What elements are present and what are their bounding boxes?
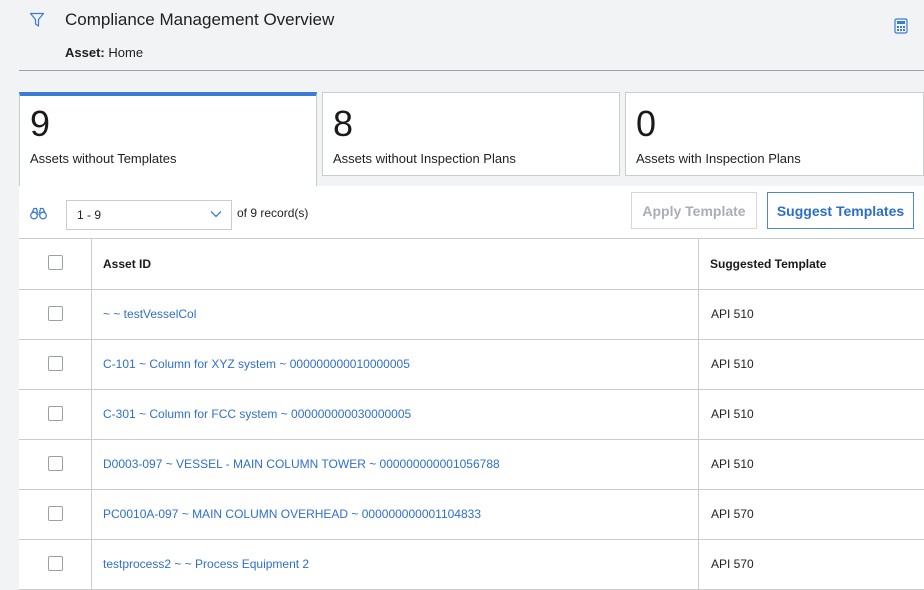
assets-panel: 1 - 9 of 9 record(s) Apply Template Sugg…: [19, 186, 924, 590]
suggested-template: API 570: [711, 507, 754, 521]
row-checkbox[interactable]: [48, 306, 63, 321]
select-all-cell: [19, 239, 92, 289]
asset-id-link[interactable]: C-301 ~ Column for FCC system ~ 00000000…: [103, 407, 411, 421]
asset-id-cell: testprocess2 ~ ~ Process Equipment 2: [92, 540, 699, 589]
record-count: of 9 record(s): [237, 206, 309, 220]
table-row: PC0010A-097 ~ MAIN COLUMN OVERHEAD ~ 000…: [19, 490, 924, 540]
template-cell: API 510: [699, 340, 924, 389]
suggested-template: API 510: [711, 407, 754, 421]
assets-table: Asset ID Suggested Template ~ ~ testVess…: [19, 238, 924, 590]
table-header-row: Asset ID Suggested Template: [19, 239, 924, 290]
asset-id-link[interactable]: ~ ~ testVesselCol: [103, 307, 196, 321]
select-all-checkbox[interactable]: [48, 255, 63, 270]
calculator-icon[interactable]: [894, 18, 908, 34]
tile-assets-with-inspection-plans[interactable]: 0 Assets with Inspection Plans: [625, 92, 924, 176]
asset-label: Asset:: [65, 45, 105, 60]
tile-assets-without-templates[interactable]: 9 Assets without Templates: [19, 92, 317, 187]
template-cell: API 570: [699, 540, 924, 589]
tile-label: Assets without Inspection Plans: [333, 151, 516, 166]
asset-id-cell: D0003-097 ~ VESSEL - MAIN COLUMN TOWER ~…: [92, 440, 699, 489]
filter-icon[interactable]: [29, 12, 45, 28]
asset-id-cell: C-301 ~ Column for FCC system ~ 00000000…: [92, 390, 699, 439]
column-header-label: Asset ID: [103, 257, 152, 271]
header-divider: [19, 70, 924, 71]
asset-context: Asset: Home: [65, 45, 143, 60]
row-checkbox-cell: [19, 490, 92, 539]
tile-count: 9: [30, 103, 51, 144]
asset-id-cell: ~ ~ testVesselCol: [92, 290, 699, 339]
suggested-template: API 570: [711, 557, 754, 571]
table-row: D0003-097 ~ VESSEL - MAIN COLUMN TOWER ~…: [19, 440, 924, 490]
asset-id-link[interactable]: PC0010A-097 ~ MAIN COLUMN OVERHEAD ~ 000…: [103, 507, 481, 521]
row-checkbox-cell: [19, 290, 92, 339]
page-range-value: 1 - 9: [77, 208, 102, 222]
row-checkbox-cell: [19, 440, 92, 489]
apply-template-button[interactable]: Apply Template: [631, 192, 757, 229]
tile-count: 8: [333, 103, 354, 144]
chevron-down-icon: [210, 211, 222, 218]
asset-value: Home: [108, 45, 144, 60]
row-checkbox[interactable]: [48, 356, 63, 371]
tile-assets-without-inspection-plans[interactable]: 8 Assets without Inspection Plans: [322, 92, 620, 176]
template-cell: API 570: [699, 490, 924, 539]
tile-label: Assets with Inspection Plans: [636, 151, 801, 166]
suggested-template: API 510: [711, 457, 754, 471]
row-checkbox[interactable]: [48, 506, 63, 521]
page-header: Compliance Management Overview Asset: Ho…: [0, 0, 924, 71]
page-title: Compliance Management Overview: [65, 10, 335, 29]
template-cell: API 510: [699, 390, 924, 439]
asset-id-link[interactable]: D0003-097 ~ VESSEL - MAIN COLUMN TOWER ~…: [103, 457, 500, 471]
template-cell: API 510: [699, 290, 924, 339]
suggested-template: API 510: [711, 357, 754, 371]
page-range-select[interactable]: 1 - 9: [66, 200, 232, 230]
suggest-templates-button[interactable]: Suggest Templates: [767, 192, 914, 229]
row-checkbox[interactable]: [48, 406, 63, 421]
tile-label: Assets without Templates: [30, 151, 177, 166]
asset-id-link[interactable]: testprocess2 ~ ~ Process Equipment 2: [103, 557, 309, 571]
table-row: testprocess2 ~ ~ Process Equipment 2 API…: [19, 540, 924, 590]
binoculars-icon[interactable]: [30, 207, 47, 220]
suggested-template: API 510: [711, 307, 754, 321]
column-header-suggested-template[interactable]: Suggested Template: [699, 239, 924, 289]
row-checkbox-cell: [19, 340, 92, 389]
table-row: C-101 ~ Column for XYZ system ~ 00000000…: [19, 340, 924, 390]
template-cell: API 510: [699, 440, 924, 489]
asset-id-cell: PC0010A-097 ~ MAIN COLUMN OVERHEAD ~ 000…: [92, 490, 699, 539]
table-row: C-301 ~ Column for FCC system ~ 00000000…: [19, 390, 924, 440]
asset-id-link[interactable]: C-101 ~ Column for XYZ system ~ 00000000…: [103, 357, 410, 371]
tile-count: 0: [636, 103, 657, 144]
table-row: ~ ~ testVesselCol API 510: [19, 290, 924, 340]
compliance-overview-page: Compliance Management Overview Asset: Ho…: [0, 0, 924, 590]
row-checkbox-cell: [19, 540, 92, 589]
column-header-asset-id[interactable]: Asset ID: [92, 239, 699, 289]
asset-id-cell: C-101 ~ Column for XYZ system ~ 00000000…: [92, 340, 699, 389]
row-checkbox[interactable]: [48, 456, 63, 471]
row-checkbox-cell: [19, 390, 92, 439]
column-header-label: Suggested Template: [710, 257, 827, 271]
row-checkbox[interactable]: [48, 556, 63, 571]
